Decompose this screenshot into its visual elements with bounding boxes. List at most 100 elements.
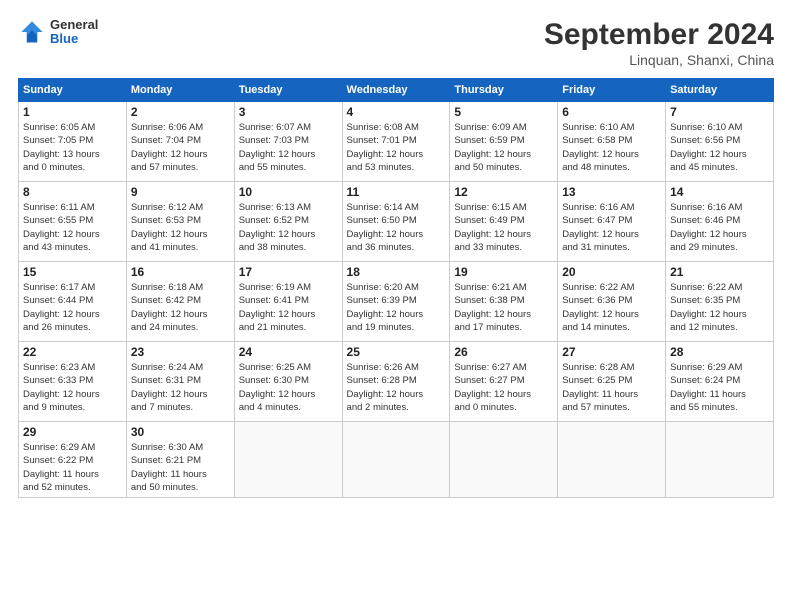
day-info: Sunrise: 6:29 AM Sunset: 6:22 PM Dayligh… [23,441,122,494]
day-cell: 20Sunrise: 6:22 AM Sunset: 6:36 PM Dayli… [558,262,666,342]
header: General Blue September 2024 Linquan, Sha… [18,18,774,68]
day-number: 26 [454,345,553,359]
day-info: Sunrise: 6:25 AM Sunset: 6:30 PM Dayligh… [239,361,338,414]
day-cell: 9 Sunrise: 6:12 AM Sunset: 6:53 PM Daylig… [126,182,234,262]
day-cell [558,422,666,498]
day-info: Sunrise: 6:17 AM Sunset: 6:44 PM Dayligh… [23,281,122,334]
day-number: 14 [670,185,769,199]
day-info: Sunrise: 6:10 AM Sunset: 6:56 PM Dayligh… [670,121,769,174]
day-info: Sunrise: 6:28 AM Sunset: 6:25 PM Dayligh… [562,361,661,414]
day-number: 8 [23,185,122,199]
day-info: Sunrise: 6:16 AM Sunset: 6:46 PM Dayligh… [670,201,769,254]
day-info: Sunrise: 6:16 AM Sunset: 6:47 PM Dayligh… [562,201,661,254]
day-number: 6 [562,105,661,119]
logo-general-text: General [50,18,98,32]
day-cell [342,422,450,498]
day-cell: 15 Sunrise: 6:17 AM Sunset: 6:44 PM Dayli… [19,262,127,342]
day-cell [234,422,342,498]
week-row-1: 1 Sunrise: 6:05 AM Sunset: 7:05 PM Daylig… [19,102,774,182]
weekday-wednesday: Wednesday [342,79,450,102]
weekday-saturday: Saturday [666,79,774,102]
day-cell [666,422,774,498]
day-number: 1 [23,105,122,119]
day-info: Sunrise: 6:18 AM Sunset: 6:42 PM Dayligh… [131,281,230,334]
day-cell: 7 Sunrise: 6:10 AM Sunset: 6:56 PM Daylig… [666,102,774,182]
day-cell: 6 Sunrise: 6:10 AM Sunset: 6:58 PM Daylig… [558,102,666,182]
week-row-4: 22Sunrise: 6:23 AM Sunset: 6:33 PM Dayli… [19,342,774,422]
day-cell: 22Sunrise: 6:23 AM Sunset: 6:33 PM Dayli… [19,342,127,422]
day-number: 7 [670,105,769,119]
week-row-5: 29 Sunrise: 6:29 AM Sunset: 6:22 PM Dayli… [19,422,774,498]
day-number: 15 [23,265,122,279]
day-info: Sunrise: 6:19 AM Sunset: 6:41 PM Dayligh… [239,281,338,334]
weekday-thursday: Thursday [450,79,558,102]
day-cell: 30Sunrise: 6:30 AM Sunset: 6:21 PM Dayli… [126,422,234,498]
day-info: Sunrise: 6:22 AM Sunset: 6:36 PM Dayligh… [562,281,661,334]
day-info: Sunrise: 6:12 AM Sunset: 6:53 PM Dayligh… [131,201,230,254]
day-info: Sunrise: 6:06 AM Sunset: 7:04 PM Dayligh… [131,121,230,174]
day-info: Sunrise: 6:10 AM Sunset: 6:58 PM Dayligh… [562,121,661,174]
day-cell: 24 Sunrise: 6:25 AM Sunset: 6:30 PM Dayli… [234,342,342,422]
day-number: 24 [239,345,338,359]
day-number: 4 [347,105,446,119]
day-info: Sunrise: 6:07 AM Sunset: 7:03 PM Dayligh… [239,121,338,174]
day-info: Sunrise: 6:24 AM Sunset: 6:31 PM Dayligh… [131,361,230,414]
day-cell: 18 Sunrise: 6:20 AM Sunset: 6:39 PM Dayli… [342,262,450,342]
day-cell: 25 Sunrise: 6:26 AM Sunset: 6:28 PM Dayli… [342,342,450,422]
day-cell: 2Sunrise: 6:06 AM Sunset: 7:04 PM Daylig… [126,102,234,182]
day-number: 21 [670,265,769,279]
day-number: 30 [131,425,230,439]
day-cell [450,422,558,498]
month-title: September 2024 [544,18,774,52]
day-info: Sunrise: 6:15 AM Sunset: 6:49 PM Dayligh… [454,201,553,254]
day-info: Sunrise: 6:20 AM Sunset: 6:39 PM Dayligh… [347,281,446,334]
logo-blue-text: Blue [50,32,98,46]
day-cell: 10Sunrise: 6:13 AM Sunset: 6:52 PM Dayli… [234,182,342,262]
week-row-3: 15 Sunrise: 6:17 AM Sunset: 6:44 PM Dayli… [19,262,774,342]
day-cell: 16 Sunrise: 6:18 AM Sunset: 6:42 PM Dayli… [126,262,234,342]
day-info: Sunrise: 6:29 AM Sunset: 6:24 PM Dayligh… [670,361,769,414]
day-info: Sunrise: 6:26 AM Sunset: 6:28 PM Dayligh… [347,361,446,414]
day-number: 29 [23,425,122,439]
day-cell: 4 Sunrise: 6:08 AM Sunset: 7:01 PM Daylig… [342,102,450,182]
day-cell: 19 Sunrise: 6:21 AM Sunset: 6:38 PM Dayli… [450,262,558,342]
day-number: 23 [131,345,230,359]
day-cell: 29 Sunrise: 6:29 AM Sunset: 6:22 PM Dayli… [19,422,127,498]
day-cell: 28 Sunrise: 6:29 AM Sunset: 6:24 PM Dayli… [666,342,774,422]
logo: General Blue [18,18,98,47]
day-cell: 11Sunrise: 6:14 AM Sunset: 6:50 PM Dayli… [342,182,450,262]
title-block: September 2024 Linquan, Shanxi, China [544,18,774,68]
day-number: 18 [347,265,446,279]
weekday-tuesday: Tuesday [234,79,342,102]
day-info: Sunrise: 6:08 AM Sunset: 7:01 PM Dayligh… [347,121,446,174]
day-info: Sunrise: 6:11 AM Sunset: 6:55 PM Dayligh… [23,201,122,254]
day-cell: 27Sunrise: 6:28 AM Sunset: 6:25 PM Dayli… [558,342,666,422]
day-number: 12 [454,185,553,199]
day-number: 10 [239,185,338,199]
day-number: 25 [347,345,446,359]
day-info: Sunrise: 6:27 AM Sunset: 6:27 PM Dayligh… [454,361,553,414]
day-cell: 14 Sunrise: 6:16 AM Sunset: 6:46 PM Dayli… [666,182,774,262]
day-number: 16 [131,265,230,279]
day-number: 19 [454,265,553,279]
day-cell: 12 Sunrise: 6:15 AM Sunset: 6:49 PM Dayli… [450,182,558,262]
day-info: Sunrise: 6:22 AM Sunset: 6:35 PM Dayligh… [670,281,769,334]
weekday-sunday: Sunday [19,79,127,102]
day-cell: 26 Sunrise: 6:27 AM Sunset: 6:27 PM Dayli… [450,342,558,422]
day-number: 9 [131,185,230,199]
calendar-table: SundayMondayTuesdayWednesdayThursdayFrid… [18,78,774,498]
day-number: 28 [670,345,769,359]
location: Linquan, Shanxi, China [544,52,774,68]
day-number: 11 [347,185,446,199]
day-cell: 8 Sunrise: 6:11 AM Sunset: 6:55 PM Daylig… [19,182,127,262]
day-number: 5 [454,105,553,119]
day-cell: 17 Sunrise: 6:19 AM Sunset: 6:41 PM Dayli… [234,262,342,342]
day-number: 17 [239,265,338,279]
day-cell: 3Sunrise: 6:07 AM Sunset: 7:03 PM Daylig… [234,102,342,182]
day-cell: 13 Sunrise: 6:16 AM Sunset: 6:47 PM Dayli… [558,182,666,262]
day-info: Sunrise: 6:09 AM Sunset: 6:59 PM Dayligh… [454,121,553,174]
day-info: Sunrise: 6:21 AM Sunset: 6:38 PM Dayligh… [454,281,553,334]
day-info: Sunrise: 6:05 AM Sunset: 7:05 PM Dayligh… [23,121,122,174]
day-number: 13 [562,185,661,199]
day-number: 22 [23,345,122,359]
